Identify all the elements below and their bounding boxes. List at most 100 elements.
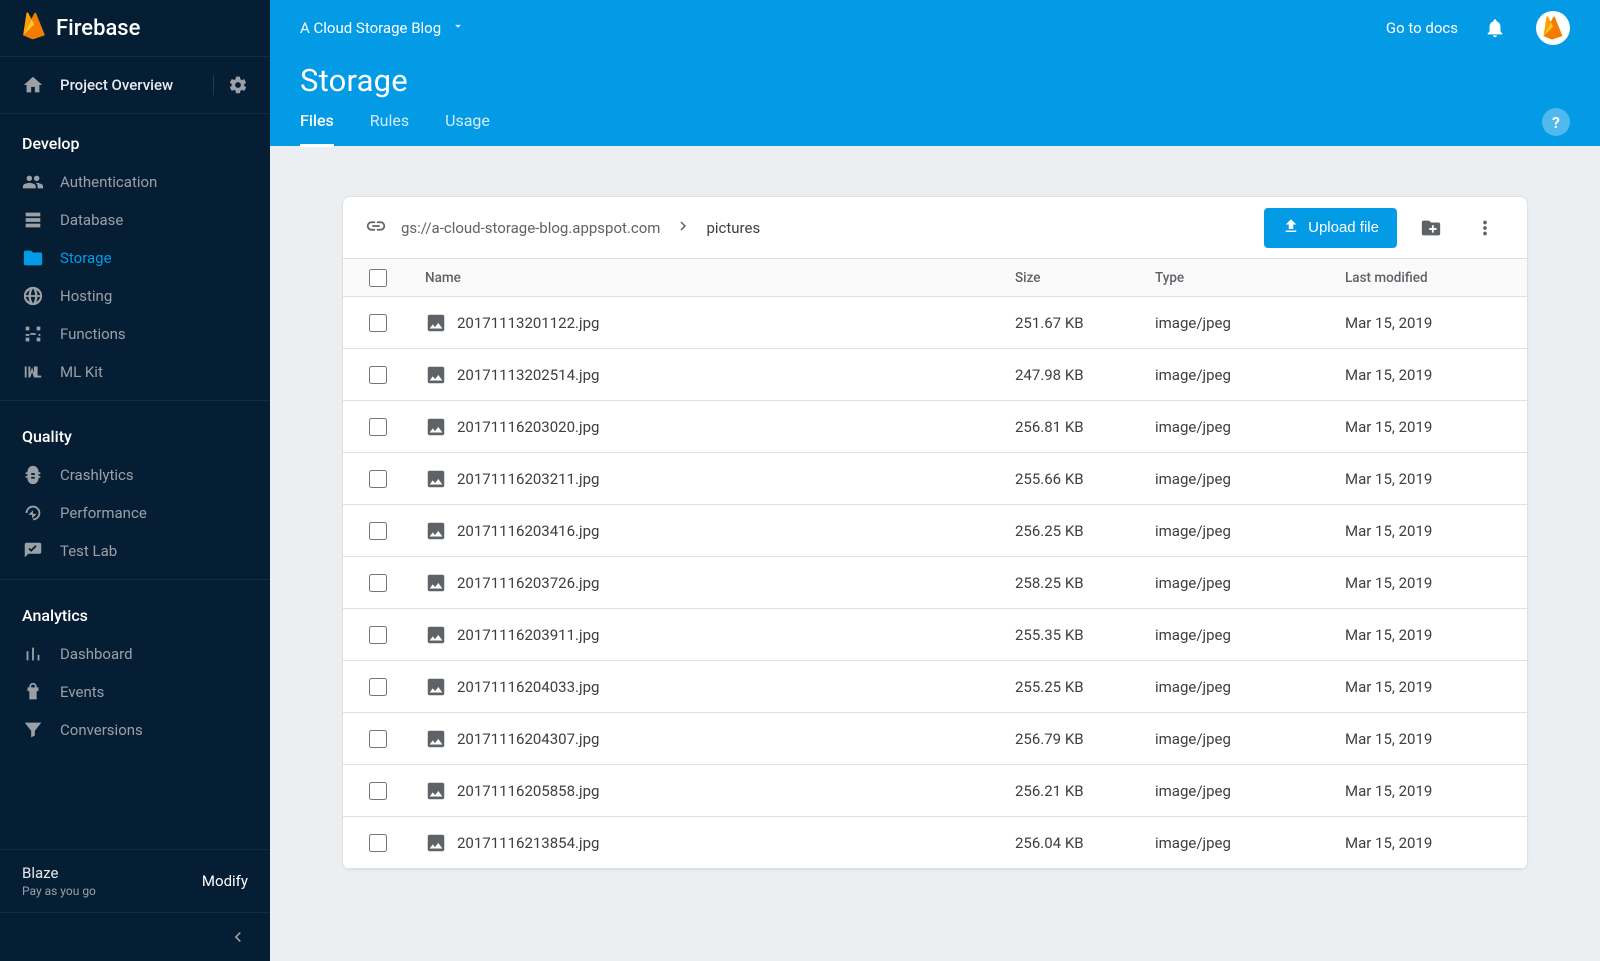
file-modified: Mar 15, 2019: [1345, 678, 1505, 696]
tab-usage[interactable]: Usage: [445, 111, 490, 147]
file-name: 20171116203726.jpg: [457, 574, 599, 592]
sidebar-item-authentication[interactable]: Authentication: [0, 163, 270, 201]
table-row[interactable]: 20171116204307.jpg256.79 KBimage/jpegMar…: [343, 713, 1527, 765]
sidebar-nav: Develop Authentication DatabaseStorage Host…: [0, 114, 270, 849]
sidebar-item-label: Authentication: [60, 173, 157, 191]
upload-file-label: Upload file: [1308, 219, 1379, 236]
table-row[interactable]: 20171116203020.jpg256.81 KBimage/jpegMar…: [343, 401, 1527, 453]
sidebar-item-database[interactable]: Database: [0, 201, 270, 239]
row-checkbox[interactable]: [369, 314, 387, 332]
image-icon: [425, 364, 447, 386]
sidebar-item-conversions[interactable]: Conversions: [0, 711, 270, 749]
row-checkbox[interactable]: [369, 470, 387, 488]
file-name: 20171116203211.jpg: [457, 470, 599, 488]
image-icon: [425, 624, 447, 646]
file-size: 256.81 KB: [1015, 418, 1155, 436]
people-icon: [22, 171, 46, 193]
project-overview-label: Project Overview: [60, 76, 213, 94]
sidebar-footer: Blaze Pay as you go Modify: [0, 849, 270, 961]
tab-rules[interactable]: Rules: [370, 111, 409, 147]
row-checkbox[interactable]: [369, 418, 387, 436]
section-develop: Develop: [0, 114, 270, 163]
file-type: image/jpeg: [1155, 730, 1345, 748]
file-modified: Mar 15, 2019: [1345, 418, 1505, 436]
file-size: 255.35 KB: [1015, 626, 1155, 644]
file-modified: Mar 15, 2019: [1345, 366, 1505, 384]
table-row[interactable]: 20171116203911.jpg255.35 KBimage/jpegMar…: [343, 609, 1527, 661]
file-type: image/jpeg: [1155, 574, 1345, 592]
row-checkbox[interactable]: [369, 730, 387, 748]
sidebar-item-performance[interactable]: Performance: [0, 494, 270, 532]
image-icon: [425, 728, 447, 750]
row-checkbox[interactable]: [369, 366, 387, 384]
table-row[interactable]: 20171113201122.jpg251.67 KBimage/jpegMar…: [343, 297, 1527, 349]
brand[interactable]: Firebase: [0, 0, 270, 56]
sidebar-item-test-lab[interactable]: Test Lab: [0, 532, 270, 570]
sidebar-item-storage[interactable]: Storage: [0, 239, 270, 277]
file-modified: Mar 15, 2019: [1345, 470, 1505, 488]
row-checkbox[interactable]: [369, 626, 387, 644]
column-modified[interactable]: Last modified: [1345, 270, 1505, 286]
modify-plan-button[interactable]: Modify: [202, 872, 248, 890]
sidebar-item-crashlytics[interactable]: Crashlytics: [0, 456, 270, 494]
database-icon: [22, 209, 46, 231]
sidebar-item-label: Hosting: [60, 287, 112, 305]
collapse-sidebar-button[interactable]: [0, 912, 270, 961]
sidebar-item-dashboard[interactable]: Dashboard: [0, 635, 270, 673]
file-name: 20171116203020.jpg: [457, 418, 599, 436]
project-switcher[interactable]: A Cloud Storage Blog: [300, 19, 465, 37]
row-checkbox[interactable]: [369, 834, 387, 852]
file-type: image/jpeg: [1155, 470, 1345, 488]
file-size: 258.25 KB: [1015, 574, 1155, 592]
column-name[interactable]: Name: [425, 270, 1015, 286]
column-type[interactable]: Type: [1155, 270, 1345, 286]
main: A Cloud Storage Blog Go to docs Storage …: [270, 0, 1600, 961]
project-settings-button[interactable]: [213, 75, 248, 95]
row-checkbox[interactable]: [369, 522, 387, 540]
plan-block: Blaze Pay as you go Modify: [0, 850, 270, 912]
file-size: 247.98 KB: [1015, 366, 1155, 384]
table-row[interactable]: 20171116205858.jpg256.21 KBimage/jpegMar…: [343, 765, 1527, 817]
upload-file-button[interactable]: Upload file: [1264, 208, 1397, 248]
column-size[interactable]: Size: [1015, 270, 1155, 286]
table-row[interactable]: 20171116213854.jpg256.04 KBimage/jpegMar…: [343, 817, 1527, 869]
sidebar-item-ml-kit[interactable]: ML Kit: [0, 353, 270, 391]
perf-icon: [22, 502, 46, 524]
go-to-docs-link[interactable]: Go to docs: [1386, 19, 1458, 37]
new-folder-button[interactable]: [1411, 208, 1451, 248]
table-row[interactable]: 20171116203416.jpg256.25 KBimage/jpegMar…: [343, 505, 1527, 557]
breadcrumb-root[interactable]: gs://a-cloud-storage-blog.appspot.com: [401, 219, 660, 237]
table-row[interactable]: 20171116204033.jpg255.25 KBimage/jpegMar…: [343, 661, 1527, 713]
sidebar-item-label: Events: [60, 683, 104, 701]
header: A Cloud Storage Blog Go to docs Storage …: [270, 0, 1600, 146]
link-icon: [365, 215, 387, 241]
user-avatar[interactable]: [1536, 11, 1570, 45]
table-row[interactable]: 20171113202514.jpg247.98 KBimage/jpegMar…: [343, 349, 1527, 401]
file-type: image/jpeg: [1155, 626, 1345, 644]
row-checkbox[interactable]: [369, 782, 387, 800]
firebase-logo-icon: [22, 11, 46, 45]
table-row[interactable]: 20171116203726.jpg258.25 KBimage/jpegMar…: [343, 557, 1527, 609]
file-modified: Mar 15, 2019: [1345, 522, 1505, 540]
file-name: 20171116203416.jpg: [457, 522, 599, 540]
tabs: Files Rules Usage: [300, 111, 1542, 146]
sidebar-item-hosting[interactable]: Hosting: [0, 277, 270, 315]
files-list: 20171113201122.jpg251.67 KBimage/jpegMar…: [343, 297, 1527, 869]
breadcrumb-current[interactable]: pictures: [706, 219, 760, 237]
row-checkbox[interactable]: [369, 678, 387, 696]
select-all-checkbox[interactable]: [369, 269, 387, 287]
image-icon: [425, 520, 447, 542]
sidebar-item-label: Functions: [60, 325, 126, 343]
sidebar-item-events[interactable]: Events: [0, 673, 270, 711]
file-size: 251.67 KB: [1015, 314, 1155, 332]
sidebar-item-functions[interactable]: Functions: [0, 315, 270, 353]
more-menu-button[interactable]: [1465, 208, 1505, 248]
table-row[interactable]: 20171116203211.jpg255.66 KBimage/jpegMar…: [343, 453, 1527, 505]
tab-files[interactable]: Files: [300, 111, 334, 147]
project-overview[interactable]: Project Overview: [0, 56, 270, 114]
help-button[interactable]: ?: [1542, 108, 1570, 136]
notifications-button[interactable]: [1484, 17, 1506, 39]
row-checkbox[interactable]: [369, 574, 387, 592]
file-name: 20171113202514.jpg: [457, 366, 599, 384]
image-icon: [425, 676, 447, 698]
